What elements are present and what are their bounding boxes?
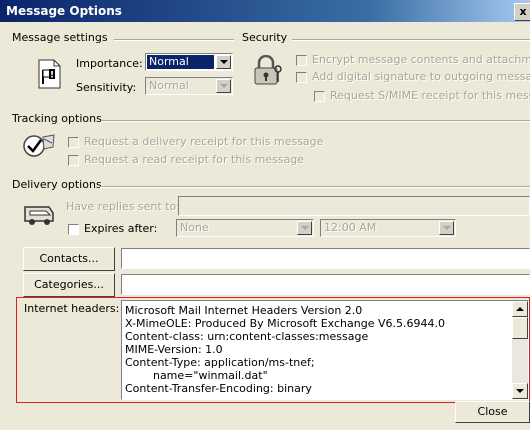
internet-headers-label: Internet headers: (24, 302, 120, 315)
flag-document-icon: ! (38, 59, 61, 89)
security-legend: Security (242, 31, 288, 44)
close-window-button[interactable]: x (514, 3, 530, 21)
headers-scrollbar[interactable] (512, 301, 528, 399)
smime-receipt-label: Request S/MIME receipt for this message (330, 89, 530, 102)
encrypt-label: Encrypt message contents and attachments (312, 53, 530, 66)
sensitivity-select[interactable]: Normal (145, 77, 233, 95)
tracking-options-divider (102, 120, 530, 122)
tracking-options-legend: Tracking options (12, 112, 102, 125)
scroll-up-icon[interactable] (512, 301, 528, 317)
header-line: X-MimeOLE: Produced By Microsoft Exchang… (125, 317, 445, 330)
scroll-thumb[interactable] (512, 317, 528, 339)
security-divider (292, 39, 530, 41)
importance-value: Normal (147, 55, 214, 69)
svg-text:!: ! (50, 71, 54, 81)
internet-headers-textarea[interactable]: Microsoft Mail Internet Headers Version … (121, 300, 529, 400)
replies-sent-to-label: Have replies sent to: (66, 200, 180, 213)
window-title: Message Options (6, 4, 122, 18)
expires-date-value: None (180, 221, 209, 234)
categories-field[interactable] (121, 274, 530, 295)
close-icon: x (519, 5, 527, 18)
title-bar: Message Options x (0, 0, 530, 22)
chevron-down-icon[interactable] (216, 79, 231, 93)
header-line: Microsoft Mail Internet Headers Version … (125, 304, 363, 317)
expires-time-value: 12:00 AM (324, 221, 377, 234)
digital-signature-checkbox[interactable] (296, 72, 307, 83)
encrypt-checkbox[interactable] (296, 55, 307, 66)
digital-signature-label: Add digital signature to outgoing messag… (312, 70, 530, 83)
delivery-options-legend: Delivery options (12, 178, 102, 191)
sensitivity-label: Sensitivity: (76, 81, 137, 94)
replies-sent-to-field[interactable] (178, 196, 530, 216)
close-button[interactable]: Close (455, 401, 530, 423)
expires-after-label: Expires after: (84, 222, 158, 235)
smime-receipt-checkbox[interactable] (314, 91, 325, 102)
message-settings-legend: Message settings (12, 31, 108, 44)
header-line: Content-Transfer-Encoding: binary (125, 382, 312, 395)
read-receipt-label: Request a read receipt for this message (84, 153, 305, 166)
chevron-down-icon[interactable] (297, 221, 312, 235)
delivery-options-divider (100, 186, 530, 188)
importance-label: Importance: (76, 57, 143, 70)
read-receipt-checkbox[interactable] (68, 155, 79, 166)
scroll-down-icon[interactable] (512, 383, 528, 399)
checkmark-envelope-icon (23, 134, 55, 157)
expires-after-checkbox[interactable] (68, 224, 79, 235)
delivery-truck-icon (24, 206, 54, 225)
header-line: MIME-Version: 1.0 (125, 343, 223, 356)
contacts-button[interactable]: Contacts... (23, 247, 115, 271)
delivery-receipt-label: Request a delivery receipt for this mess… (84, 135, 324, 148)
delivery-receipt-checkbox[interactable] (68, 137, 79, 148)
chevron-down-icon[interactable] (216, 55, 231, 69)
message-options-dialog: Message Options x Message settings ! Imp… (0, 0, 530, 430)
header-line: name="winmail.dat" (125, 369, 268, 382)
categories-button[interactable]: Categories... (23, 273, 115, 297)
importance-select[interactable]: Normal (145, 53, 233, 71)
header-line: Content-Type: application/ms-tnef; (125, 356, 315, 369)
contacts-field[interactable] (121, 248, 530, 269)
expires-date-select[interactable]: None (176, 219, 314, 237)
lock-key-icon (254, 55, 282, 85)
internet-headers-content: Microsoft Mail Internet Headers Version … (125, 304, 510, 395)
message-settings-divider (114, 39, 234, 41)
sensitivity-value: Normal (149, 79, 189, 92)
chevron-down-icon[interactable] (439, 221, 454, 235)
header-line: Content-class: urn:content-classes:messa… (125, 330, 369, 343)
expires-time-select[interactable]: 12:00 AM (320, 219, 456, 237)
